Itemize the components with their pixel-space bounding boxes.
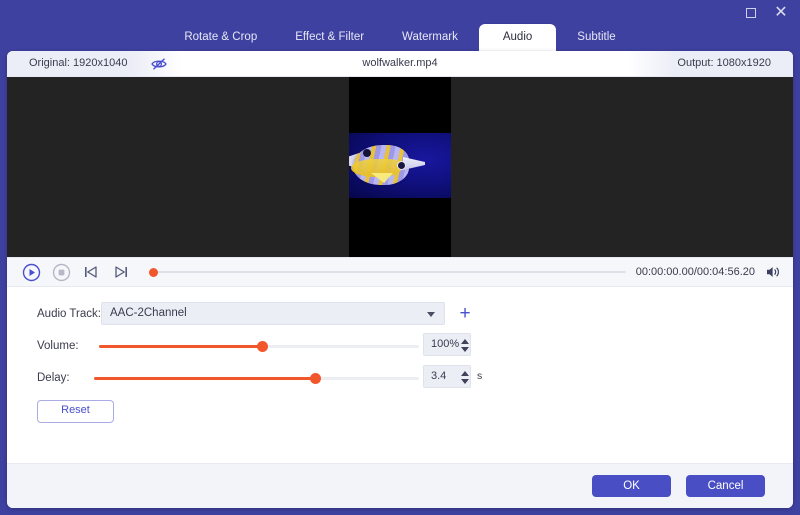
delay-row: Delay: 3.4 s (7, 365, 793, 391)
audio-dialog: Original: 1920x1040 wolfwalker.mp4 Outpu… (7, 51, 793, 508)
eye-off-icon[interactable] (150, 55, 168, 73)
video-preview[interactable] (7, 77, 793, 257)
fish-eye-shape (363, 149, 371, 157)
video-frame (349, 77, 451, 257)
stop-icon (52, 263, 71, 282)
previous-frame-icon (82, 263, 100, 281)
playback-toolbar: 00:00:00.00/00:04:56.20 (7, 257, 793, 287)
cancel-button[interactable]: Cancel (686, 475, 765, 497)
seek-track[interactable] (155, 271, 626, 273)
timecode-display: 00:00:00.00/00:04:56.20 (636, 266, 755, 278)
volume-slider-fill (99, 345, 262, 348)
audio-track-select[interactable]: AAC-2Channel (101, 302, 445, 325)
close-button[interactable]: ✕ (772, 4, 790, 22)
delay-slider[interactable] (94, 377, 419, 380)
stepper-down-icon[interactable] (461, 379, 469, 384)
editor-window: ✕ Rotate & Crop Effect & Filter Watermar… (0, 0, 800, 515)
audio-settings-panel: Audio Track: AAC-2Channel + Volume: 100% (7, 287, 793, 426)
file-name: wolfwalker.mp4 (7, 51, 793, 76)
reset-button[interactable]: Reset (37, 400, 114, 423)
tab-subtitle[interactable]: Subtitle (560, 24, 632, 51)
stop-button[interactable] (49, 260, 73, 284)
volume-row: Volume: 100% (7, 333, 793, 359)
seek-thumb[interactable] (149, 268, 158, 277)
tab-bar: Rotate & Crop Effect & Filter Watermark … (0, 24, 800, 51)
speaker-icon (764, 263, 782, 281)
reset-row: Reset (7, 400, 793, 426)
stepper-down-icon[interactable] (461, 347, 469, 352)
volume-stepper[interactable] (459, 335, 471, 355)
media-info-bar: Original: 1920x1040 wolfwalker.mp4 Outpu… (7, 51, 793, 77)
volume-slider[interactable] (99, 345, 419, 348)
ok-button[interactable]: OK (592, 475, 671, 497)
speaker-button[interactable] (761, 260, 785, 284)
seek-bar[interactable] (147, 258, 626, 286)
title-bar: ✕ (0, 0, 800, 24)
delay-slider-fill (94, 377, 315, 380)
add-audio-track-button[interactable]: + (455, 303, 475, 323)
volume-slider-thumb[interactable] (257, 341, 268, 352)
previous-frame-button[interactable] (79, 260, 103, 284)
volume-label: Volume: (37, 333, 79, 359)
play-icon (22, 263, 41, 282)
delay-slider-thumb[interactable] (310, 373, 321, 384)
delay-unit-label: s (477, 365, 482, 388)
fish-spot-shape (397, 161, 406, 170)
maximize-button[interactable] (742, 4, 760, 22)
dialog-footer: OK Cancel (7, 463, 793, 508)
output-resolution: Output: 1080x1920 (677, 51, 771, 76)
audio-track-row: Audio Track: AAC-2Channel + (7, 301, 793, 327)
audio-track-value: AAC-2Channel (110, 307, 187, 319)
window-controls: ✕ (742, 4, 790, 22)
delay-stepper[interactable] (459, 367, 471, 387)
close-icon: ✕ (774, 5, 787, 21)
audio-track-label: Audio Track: (37, 301, 101, 327)
chevron-down-icon (427, 312, 435, 317)
video-still-image (349, 133, 451, 198)
maximize-icon (746, 8, 756, 18)
stepper-up-icon[interactable] (461, 371, 469, 376)
volume-value: 100% (431, 338, 459, 350)
delay-value: 3.4 (431, 370, 446, 382)
next-frame-icon (112, 263, 130, 281)
tab-rotate-crop[interactable]: Rotate & Crop (167, 24, 274, 51)
tab-audio[interactable]: Audio (479, 24, 556, 51)
play-button[interactable] (19, 260, 43, 284)
tab-watermark[interactable]: Watermark (385, 24, 475, 51)
tab-effect-filter[interactable]: Effect & Filter (278, 24, 381, 51)
next-frame-button[interactable] (109, 260, 133, 284)
stepper-up-icon[interactable] (461, 339, 469, 344)
delay-label: Delay: (37, 365, 70, 391)
